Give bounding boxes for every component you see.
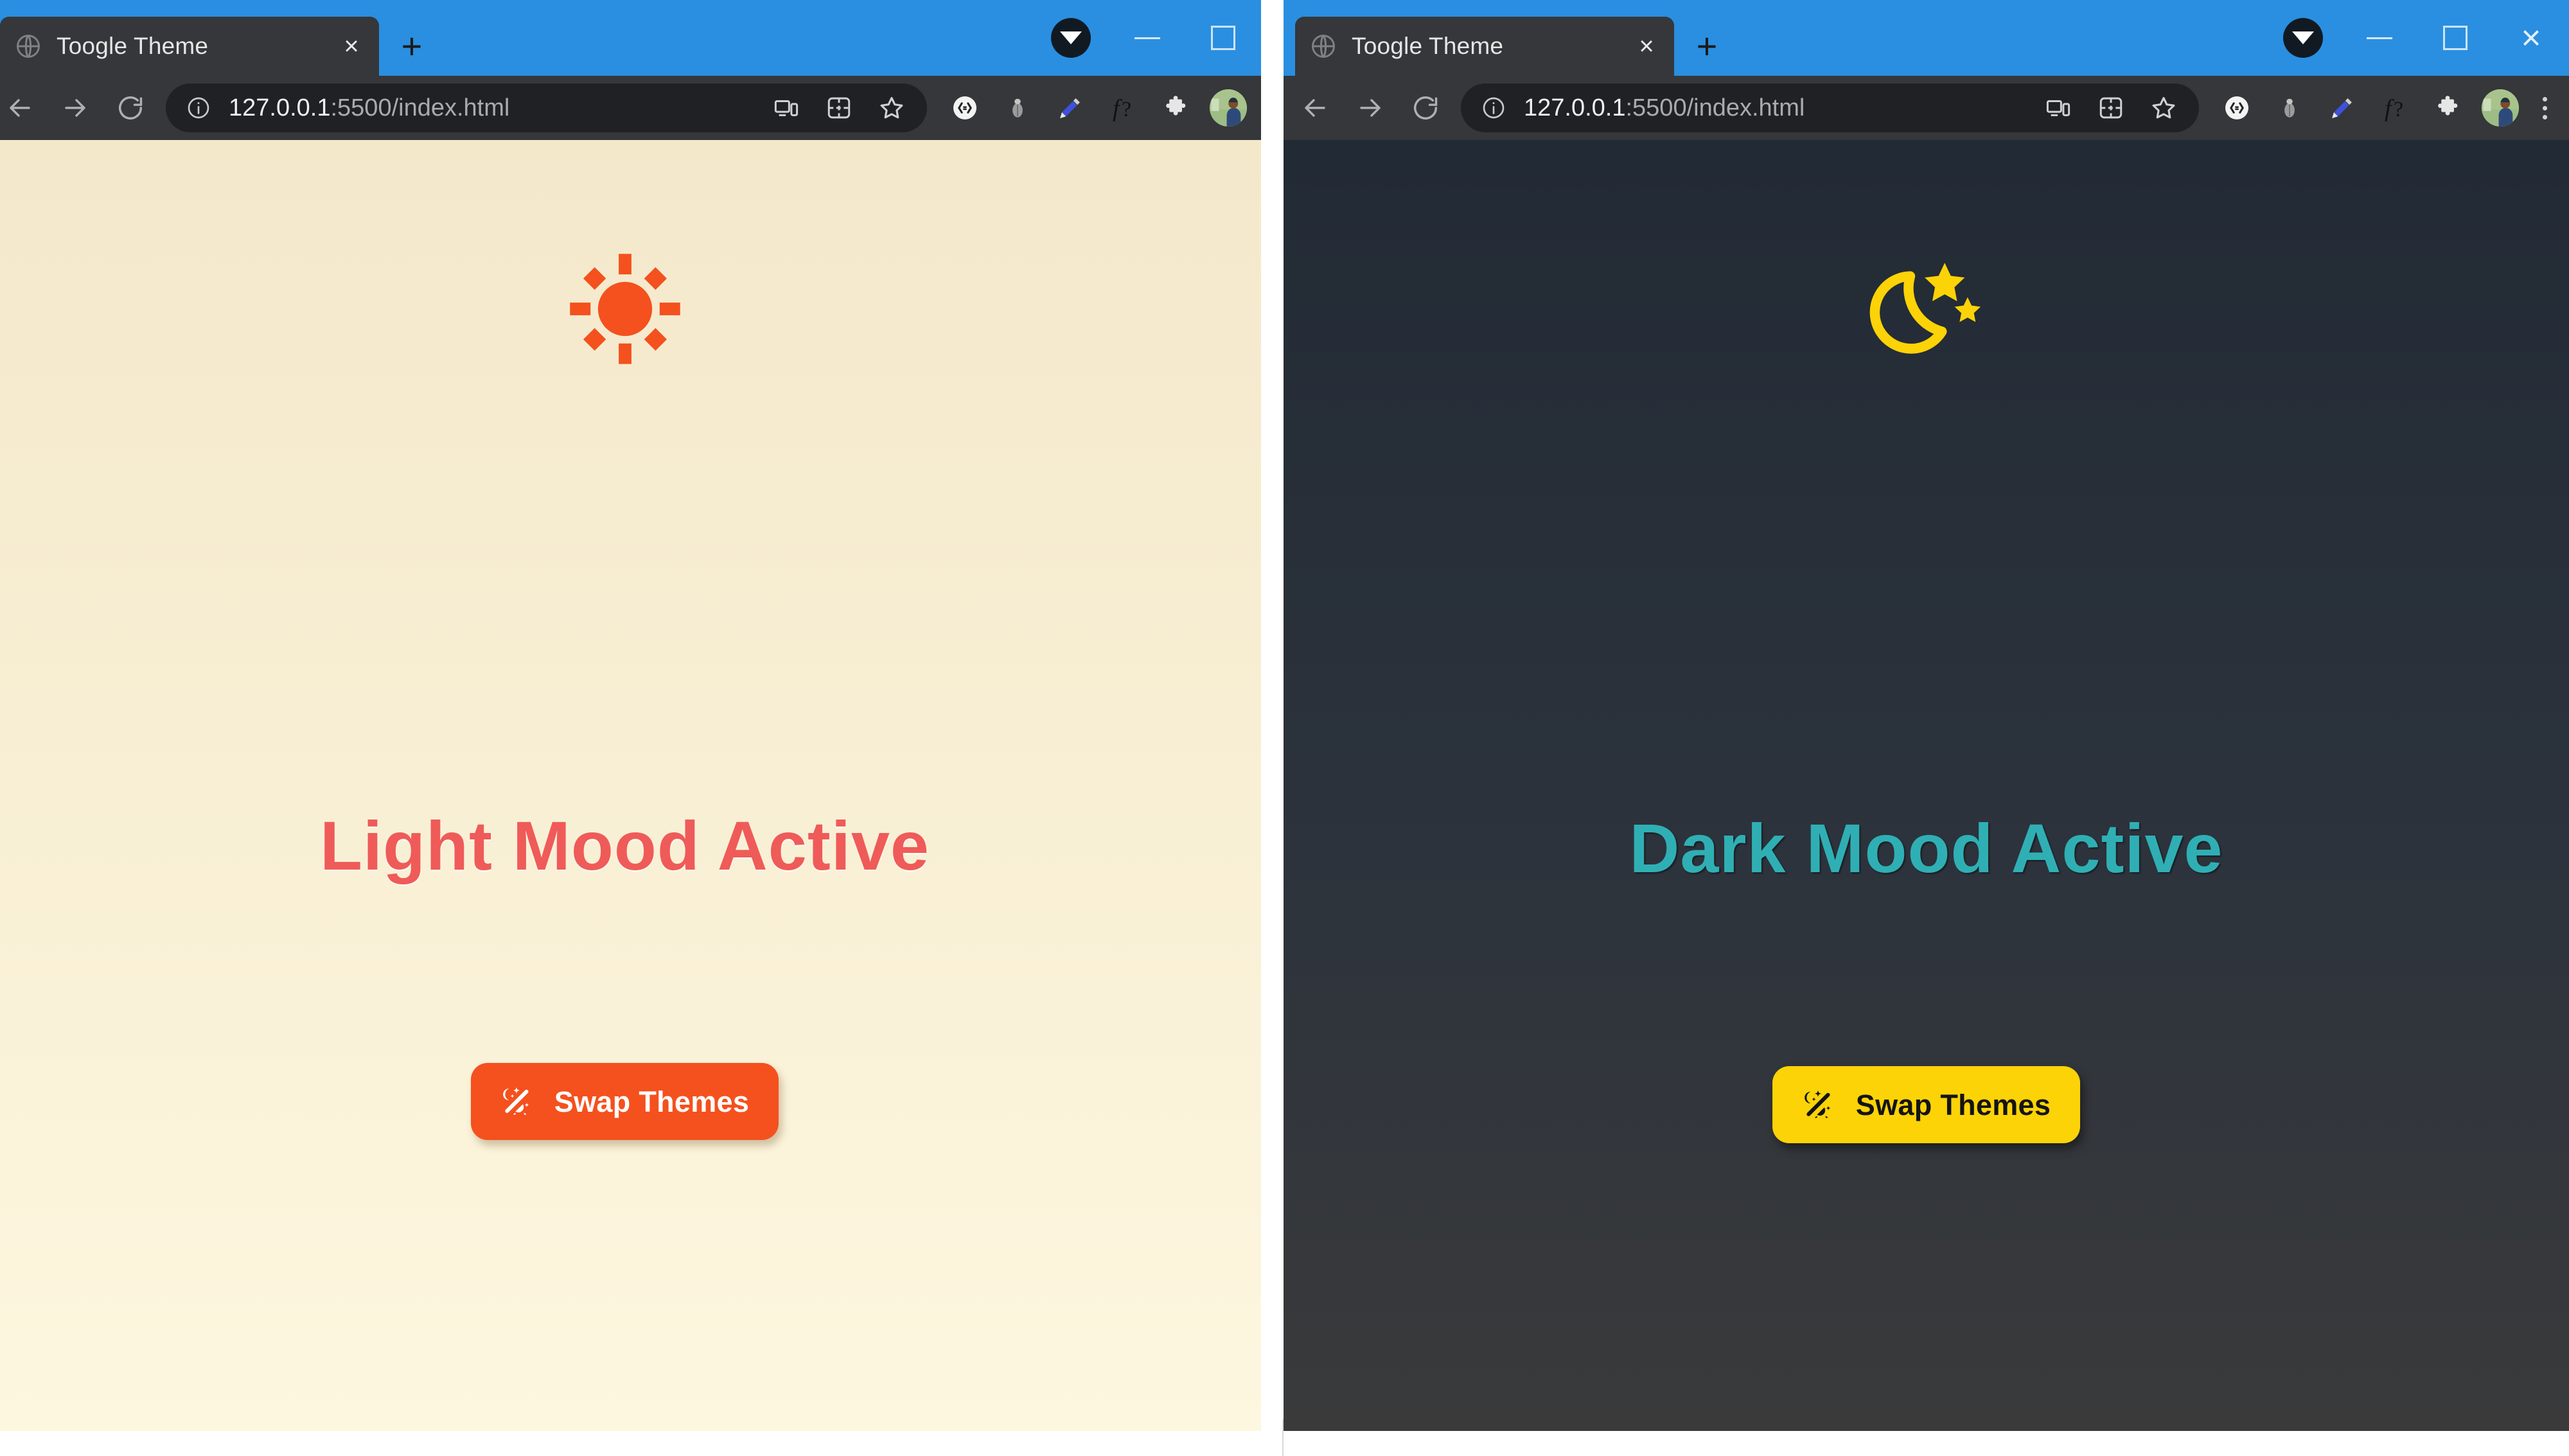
new-tab-button[interactable]: + <box>1678 17 1736 76</box>
tab-title-label: Toogle Theme <box>1352 33 1504 59</box>
back-button[interactable] <box>0 80 48 136</box>
code-brackets-icon[interactable] <box>939 82 991 134</box>
svg-text:f: f <box>1113 95 1122 122</box>
swap-themes-wrap-dark: Swap Themes <box>1284 1066 2569 1143</box>
cast-device-icon[interactable] <box>2032 82 2085 134</box>
tab-close-icon[interactable]: × <box>329 24 374 69</box>
puzzle-extensions-icon[interactable] <box>2421 82 2474 134</box>
browser-toolbar-light: 127.0.0.1:5500/index.html f ? <box>0 76 1261 140</box>
url-path: :5500/index.html <box>330 94 510 121</box>
magic-wand-icon <box>1798 1085 1837 1124</box>
eyedropper-pen-icon[interactable] <box>1044 82 1097 134</box>
new-tab-button[interactable]: + <box>383 17 441 76</box>
puzzle-extensions-icon[interactable] <box>1149 82 1202 134</box>
site-info-icon[interactable] <box>1478 95 1510 121</box>
window-dropdown-button[interactable] <box>2264 0 2342 76</box>
avatar[interactable] <box>2474 82 2527 134</box>
swap-themes-label: Swap Themes <box>554 1085 750 1118</box>
svg-text:?: ? <box>1122 98 1131 121</box>
address-bar-light[interactable]: 127.0.0.1:5500/index.html <box>166 83 927 132</box>
swap-themes-label: Swap Themes <box>1855 1088 2051 1121</box>
swap-themes-button[interactable]: Swap Themes <box>1772 1066 2081 1143</box>
window-divider <box>1282 1419 1284 1456</box>
reload-button[interactable] <box>103 80 158 136</box>
magic-wand-icon <box>497 1082 535 1121</box>
page-title: Light Mood Active <box>320 807 930 884</box>
omnibox-action-icons <box>2032 82 2190 134</box>
page-viewport-dark: Dark Mood Active Swap Themes <box>1284 140 2569 1431</box>
maximize-button[interactable] <box>2417 0 2493 76</box>
address-bar-url[interactable]: 127.0.0.1:5500/index.html <box>1524 94 2032 122</box>
forward-button[interactable] <box>1343 80 1398 136</box>
browser-window-light: Toogle Theme × + 127.0.0.1:5500/index.ht… <box>0 0 1261 1431</box>
screenshot-stage: Toogle Theme × + 127.0.0.1:5500/index.ht… <box>0 0 2569 1456</box>
chevron-down-icon <box>1051 18 1091 58</box>
browser-window-dark: Toogle Theme × + × 127.0.0.1:5500/index.… <box>1284 0 2569 1436</box>
bug-icon[interactable] <box>991 82 1044 134</box>
forward-button[interactable] <box>48 80 103 136</box>
eyedropper-pen-icon[interactable] <box>2316 82 2369 134</box>
page-viewport-light: Light Mood Active Swap Themes <box>0 140 1261 1431</box>
svg-text:f: f <box>2385 95 2394 122</box>
split-grid-icon[interactable] <box>2085 82 2137 134</box>
url-host: 127.0.0.1 <box>229 94 331 121</box>
close-button[interactable]: × <box>2493 0 2569 76</box>
back-button[interactable] <box>1287 80 1343 136</box>
font-question-icon[interactable]: f ? <box>2369 82 2421 134</box>
minimize-button[interactable] <box>1109 0 1185 76</box>
tab-close-icon[interactable]: × <box>1624 24 1669 69</box>
window-gap <box>1273 76 1284 1456</box>
browser-tab-dark[interactable]: Toogle Theme × <box>1295 17 1674 76</box>
bug-icon[interactable] <box>2263 82 2316 134</box>
window-controls-light <box>1032 0 1261 76</box>
svg-text:?: ? <box>2394 98 2403 121</box>
minimize-button[interactable] <box>2342 0 2417 76</box>
font-question-icon[interactable]: f ? <box>1097 82 1149 134</box>
globe-icon <box>1309 32 1337 60</box>
chevron-down-icon <box>2283 18 2323 58</box>
url-host: 127.0.0.1 <box>1524 94 1626 121</box>
swap-themes-wrap-light: Swap Themes <box>0 1063 1261 1140</box>
window-controls-dark: × <box>2264 0 2569 76</box>
profile-avatar-icon <box>2482 89 2519 127</box>
split-grid-icon[interactable] <box>813 82 865 134</box>
url-path: :5500/index.html <box>1625 94 1805 121</box>
browser-toolbar-dark: 127.0.0.1:5500/index.html f ? <box>1284 76 2569 140</box>
maximize-button[interactable] <box>1185 0 1261 76</box>
bookmark-star-icon[interactable] <box>865 82 918 134</box>
profile-avatar-icon <box>1210 89 1247 127</box>
cast-device-icon[interactable] <box>760 82 813 134</box>
site-info-icon[interactable] <box>182 95 215 121</box>
window-dropdown-button[interactable] <box>1032 0 1109 76</box>
maximize-icon <box>2443 26 2467 50</box>
avatar[interactable] <box>1202 82 1255 134</box>
extension-icons-light: f ? <box>935 82 1255 134</box>
page-title: Dark Mood Active <box>1629 809 2223 887</box>
minimize-icon <box>2367 37 2392 39</box>
browser-tab-light[interactable]: Toogle Theme × <box>0 17 379 76</box>
extension-icons-dark: f ? <box>2207 82 2563 134</box>
bookmark-star-icon[interactable] <box>2137 82 2190 134</box>
titlebar-dark: Toogle Theme × + × <box>1284 0 2569 76</box>
omnibox-action-icons <box>760 82 918 134</box>
reload-button[interactable] <box>1398 80 1453 136</box>
address-bar-dark[interactable]: 127.0.0.1:5500/index.html <box>1461 83 2199 132</box>
globe-icon <box>14 32 42 60</box>
sun-icon <box>0 249 1261 369</box>
maximize-icon <box>1211 26 1235 50</box>
kebab-menu-icon[interactable] <box>2527 96 2563 119</box>
minimize-icon <box>1134 37 1160 39</box>
titlebar-light: Toogle Theme × + <box>0 0 1261 76</box>
swap-themes-button[interactable]: Swap Themes <box>470 1063 779 1140</box>
code-brackets-icon[interactable] <box>2211 82 2263 134</box>
address-bar-url[interactable]: 127.0.0.1:5500/index.html <box>229 94 760 122</box>
moon-stars-icon <box>1284 250 2569 373</box>
tab-title-label: Toogle Theme <box>57 33 209 59</box>
